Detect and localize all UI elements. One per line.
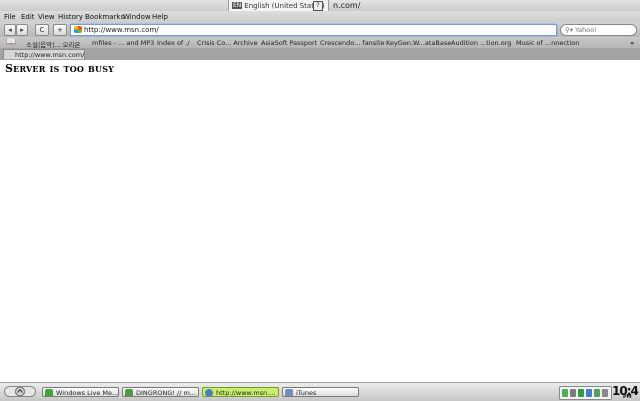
search-placeholder: Yahoo! bbox=[575, 26, 597, 34]
taskbar-item-label: Windows Live Me... bbox=[56, 389, 119, 397]
taskbar-item-label: http://www.msn.... bbox=[216, 389, 276, 397]
start-orb-icon[interactable] bbox=[4, 386, 36, 397]
itunes-icon bbox=[285, 389, 293, 396]
bookmark-item[interactable]: KeyGen.W...ataBase bbox=[386, 39, 451, 47]
menu-window[interactable]: Window bbox=[123, 13, 151, 21]
bookmark-item[interactable]: AsiaSoft Passport bbox=[261, 39, 317, 47]
browser-globe-icon bbox=[205, 389, 213, 396]
tray-security-icon[interactable] bbox=[594, 389, 600, 397]
tab-msn[interactable]: http://www.msn.com/ bbox=[3, 49, 85, 59]
menu-history[interactable]: History bbox=[58, 13, 83, 21]
system-tray bbox=[559, 386, 612, 400]
search-field[interactable]: ⚲▾ Yahoo! bbox=[560, 24, 637, 36]
taskbar-item[interactable]: iTunes bbox=[282, 387, 359, 397]
navigation-toolbar: ◂ ▸ C + http://www.msn.com/ ⚲▾ Yahoo! bbox=[0, 22, 640, 37]
show-bookmarks-book-icon[interactable]: 📖 bbox=[6, 37, 16, 46]
taskbar-clock[interactable]: 10:4 PM bbox=[612, 385, 639, 400]
error-message: Server is too busy bbox=[5, 62, 115, 75]
tray-arrow-icon[interactable] bbox=[562, 389, 568, 397]
tray-messenger-icon[interactable] bbox=[578, 389, 584, 397]
tab-bar: http://www.msn.com/ bbox=[0, 48, 640, 60]
menu-help[interactable]: Help bbox=[152, 13, 168, 21]
language-help-icon[interactable]: ? bbox=[313, 1, 323, 11]
tray-volume-icon[interactable] bbox=[570, 389, 576, 397]
add-bookmark-button[interactable]: + bbox=[53, 24, 67, 36]
bookmark-item[interactable]: Crescendo... fansite bbox=[320, 39, 385, 47]
bookmark-item[interactable]: mfiles - ... and MP3 bbox=[92, 39, 154, 47]
windows-live-messenger-icon bbox=[45, 389, 53, 396]
bookmark-item[interactable]: Music of ...nnection bbox=[516, 39, 579, 47]
tray-misc-icon[interactable] bbox=[602, 389, 608, 397]
window-title: n.com/ bbox=[333, 1, 361, 10]
taskbar-item-label: iTunes bbox=[296, 389, 317, 397]
taskbar-item[interactable]: DINGRONG! // m... bbox=[122, 387, 199, 397]
bookmark-item[interactable]: Crisis Co... Archive bbox=[197, 39, 258, 47]
tray-network-icon[interactable] bbox=[586, 389, 592, 397]
address-bar[interactable]: http://www.msn.com/ bbox=[70, 24, 557, 36]
back-button[interactable]: ◂ bbox=[4, 24, 16, 36]
taskbar: Windows Live Me... DINGRONG! // m... htt… bbox=[0, 382, 640, 401]
menu-view[interactable]: View bbox=[38, 13, 55, 21]
menu-bar: File Edit View History Bookmarks Window … bbox=[0, 11, 640, 22]
menu-file[interactable]: File bbox=[4, 13, 16, 21]
bookmark-item[interactable]: Index of ./ bbox=[157, 39, 190, 47]
menu-edit[interactable]: Edit bbox=[21, 13, 35, 21]
menu-bookmarks[interactable]: Bookmarks bbox=[85, 13, 124, 21]
address-text: http://www.msn.com/ bbox=[84, 26, 159, 34]
bookmarks-overflow-icon[interactable]: » bbox=[630, 39, 634, 47]
language-code: EN bbox=[232, 2, 243, 9]
bookmarks-bar: 📖 소설|음악|... 오리온 mfiles - ... and MP3 Ind… bbox=[0, 37, 640, 49]
msn-favicon-icon bbox=[74, 26, 82, 33]
reload-button[interactable]: C bbox=[35, 24, 49, 36]
forward-button[interactable]: ▸ bbox=[16, 24, 28, 36]
taskbar-item-label: DINGRONG! // m... bbox=[136, 389, 197, 397]
browser-window-icon bbox=[125, 389, 133, 396]
taskbar-item[interactable]: Windows Live Me... bbox=[42, 387, 119, 397]
taskbar-item-active[interactable]: http://www.msn.... bbox=[202, 387, 279, 397]
bookmark-item[interactable]: Audition ...tion.org bbox=[451, 39, 511, 47]
search-icon: ⚲▾ bbox=[565, 26, 574, 34]
